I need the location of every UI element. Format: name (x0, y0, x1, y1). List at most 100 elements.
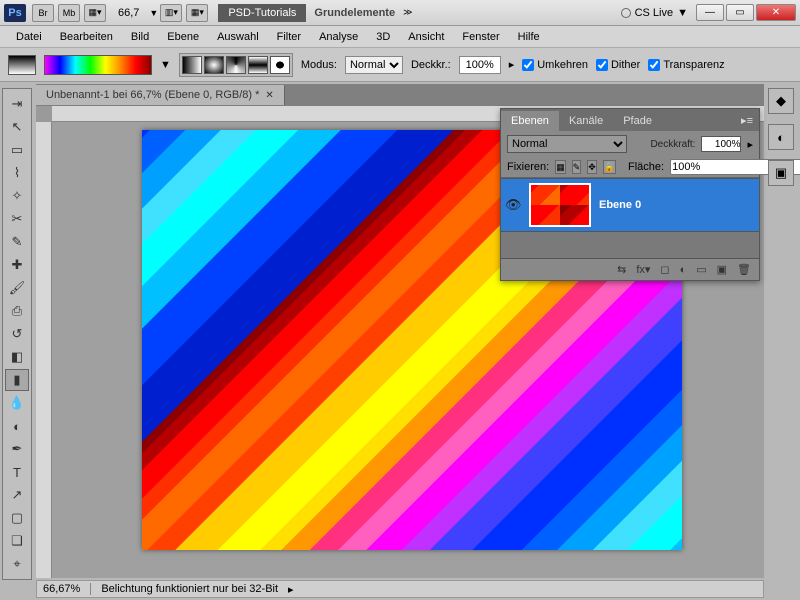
gradient-dropdown-icon[interactable]: ▼ (160, 59, 171, 71)
mode-select[interactable]: Normal (345, 56, 403, 74)
workspace-name[interactable]: Grundelemente (314, 7, 395, 19)
status-arrow-icon[interactable]: ▸ (288, 583, 294, 596)
menu-bild[interactable]: Bild (123, 28, 157, 46)
wand-tool[interactable]: ✧ (5, 185, 29, 207)
blend-mode-select[interactable]: Normal (507, 135, 627, 153)
gradient-radial[interactable] (204, 56, 224, 74)
3d-tool[interactable]: ❏ (5, 530, 29, 552)
menu-ebene[interactable]: Ebene (159, 28, 207, 46)
menu-3d[interactable]: 3D (368, 28, 398, 46)
ruler-vertical[interactable] (36, 122, 52, 578)
tool-palette: ⇥ ↖ ▭ ⌇ ✧ ✂ ✎ ✚ 🖌 ⎙ ↺ ◧ ▮ 💧 ◐ ✒ T ↗ ▢ ❏ … (2, 88, 32, 580)
minibridge-button[interactable]: Mb (58, 4, 80, 22)
document-tabbar: Unbenannt-1 bei 66,7% (Ebene 0, RGB/8) *… (36, 84, 764, 106)
layer-list: 👁 Ebene 0 (501, 178, 759, 258)
close-button[interactable]: ✕ (756, 4, 796, 21)
eraser-tool[interactable]: ◧ (5, 346, 29, 368)
menu-ansicht[interactable]: Ansicht (400, 28, 452, 46)
cs-live[interactable]: CS Live▼ (621, 7, 688, 19)
group-icon[interactable]: ▭ (696, 263, 706, 276)
screen-mode-button[interactable]: ▦▾ (84, 4, 106, 22)
menu-analyse[interactable]: Analyse (311, 28, 366, 46)
gradient-reflected[interactable] (248, 56, 268, 74)
lasso-tool[interactable]: ⌇ (5, 162, 29, 184)
move-tool[interactable]: ↖ (5, 116, 29, 138)
menu-fenster[interactable]: Fenster (454, 28, 507, 46)
tab-ebenen[interactable]: Ebenen (501, 111, 559, 131)
fx-icon[interactable]: fx▾ (636, 263, 650, 276)
layer-thumbnail[interactable] (529, 183, 591, 227)
dock-layers-icon[interactable]: ◆ (768, 88, 794, 114)
shape-tool[interactable]: ▢ (5, 507, 29, 529)
adjustment-icon[interactable]: ◐ (680, 264, 687, 276)
lock-position-icon[interactable]: ✥ (587, 160, 597, 174)
brush-tool[interactable]: 🖌 (5, 277, 29, 299)
heal-tool[interactable]: ✚ (5, 254, 29, 276)
zoom-dropdown-icon[interactable]: ▼ (149, 8, 158, 18)
blur-tool[interactable]: 💧 (5, 392, 29, 414)
mask-icon[interactable]: ◻ (660, 263, 669, 276)
title-bar: Ps Br Mb ▦▾ 66,7 ▼ ▥▾ ▦▾ PSD-Tutorials G… (0, 0, 800, 26)
arrow-icon[interactable]: ▸ (747, 138, 753, 151)
menu-filter[interactable]: Filter (269, 28, 309, 46)
lock-transparency-icon[interactable]: ▦ (555, 160, 566, 174)
gradient-diamond[interactable] (270, 56, 290, 74)
options-bar: ▼ Modus: Normal Deckkr.: ▸ Umkehren Dith… (0, 48, 800, 82)
opacity-label: Deckkraft: (650, 139, 695, 150)
workspace-tutorials[interactable]: PSD-Tutorials (218, 4, 306, 22)
workspace-more-icon[interactable]: ≫ (403, 7, 412, 18)
right-dock: ◆ ◐ ▣ (768, 88, 798, 186)
arrange-button[interactable]: ▥▾ (160, 4, 182, 22)
tool-preset-picker[interactable] (8, 55, 36, 75)
zoom-value[interactable]: 66,7 (118, 7, 139, 19)
new-layer-icon[interactable]: ▣ (717, 263, 727, 276)
document-tab[interactable]: Unbenannt-1 bei 66,7% (Ebene 0, RGB/8) *… (36, 85, 285, 105)
transparency-checkbox[interactable]: Transparenz (648, 59, 724, 71)
menu-bearbeiten[interactable]: Bearbeiten (52, 28, 121, 46)
layer-opacity-input[interactable] (701, 136, 741, 152)
layer-row[interactable]: 👁 Ebene 0 (501, 178, 759, 232)
extras-button[interactable]: ▦▾ (186, 4, 208, 22)
fill-label: Fläche: (628, 161, 664, 173)
gradient-preview[interactable] (44, 55, 152, 75)
camera-tool[interactable]: ⌖ (5, 553, 29, 575)
history-brush-tool[interactable]: ↺ (5, 323, 29, 345)
delete-icon[interactable]: 🗑 (737, 263, 751, 276)
lock-all-icon[interactable]: 🔒 (603, 160, 616, 174)
close-tab-icon[interactable]: ✕ (265, 90, 273, 101)
tab-pfade[interactable]: Pfade (613, 111, 662, 131)
panel-menu-icon[interactable]: ▸≡ (735, 110, 759, 131)
opacity-input[interactable] (459, 56, 501, 74)
status-bar: 66,67% Belichtung funktioniert nur bei 3… (36, 580, 764, 598)
collapse-icon[interactable]: ⇥ (5, 93, 29, 115)
menu-auswahl[interactable]: Auswahl (209, 28, 267, 46)
opacity-arrow-icon[interactable]: ▸ (509, 58, 515, 71)
menu-hilfe[interactable]: Hilfe (510, 28, 548, 46)
maximize-button[interactable]: ▭ (726, 4, 754, 21)
link-icon[interactable]: ⇆ (617, 263, 626, 276)
crop-tool[interactable]: ✂ (5, 208, 29, 230)
dodge-tool[interactable]: ◐ (5, 415, 29, 437)
tab-kanaele[interactable]: Kanäle (559, 111, 613, 131)
stamp-tool[interactable]: ⎙ (5, 300, 29, 322)
minimize-button[interactable]: — (696, 4, 724, 21)
marquee-tool[interactable]: ▭ (5, 139, 29, 161)
type-tool[interactable]: T (5, 461, 29, 483)
dither-checkbox[interactable]: Dither (596, 59, 640, 71)
menu-datei[interactable]: Datei (8, 28, 50, 46)
layer-name[interactable]: Ebene 0 (599, 199, 641, 211)
reverse-checkbox[interactable]: Umkehren (522, 59, 588, 71)
pen-tool[interactable]: ✒ (5, 438, 29, 460)
status-zoom[interactable]: 66,67% (43, 583, 80, 595)
status-message: Belichtung funktioniert nur bei 32-Bit (101, 583, 278, 595)
gradient-linear[interactable] (182, 56, 202, 74)
eyedropper-tool[interactable]: ✎ (5, 231, 29, 253)
visibility-icon[interactable]: 👁 (505, 197, 521, 213)
gradient-tool[interactable]: ▮ (5, 369, 29, 391)
bridge-button[interactable]: Br (32, 4, 54, 22)
dock-adjust-icon[interactable]: ◐ (768, 124, 794, 150)
dock-mask-icon[interactable]: ▣ (768, 160, 794, 186)
gradient-angle[interactable] (226, 56, 246, 74)
path-tool[interactable]: ↗ (5, 484, 29, 506)
lock-pixels-icon[interactable]: ✎ (572, 160, 582, 174)
